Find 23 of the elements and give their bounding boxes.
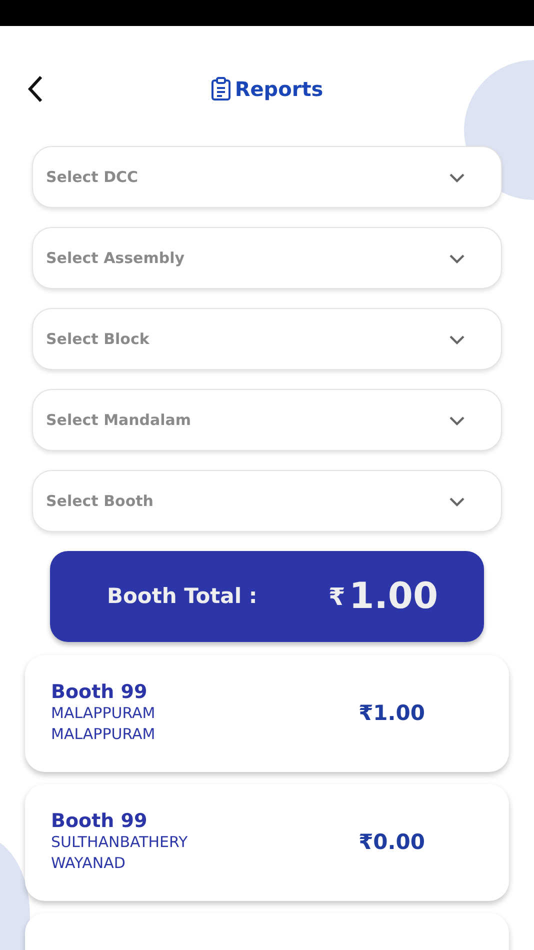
select-dropdown[interactable]: Select DCC: [32, 146, 502, 208]
chevron-down-icon: [449, 254, 465, 264]
booth-location: WAYANAD: [51, 853, 126, 874]
booth-location: MALAPPURAM: [51, 724, 156, 746]
chevron-down-icon: [449, 497, 465, 507]
booth-name: Booth 99: [51, 810, 148, 832]
total-label: Booth Total :: [107, 582, 258, 610]
total-amount: 1.00: [349, 574, 438, 618]
chevron-down-icon: [449, 416, 465, 426]
booth-location: MALAPPURAM: [51, 703, 156, 724]
chevron-down-icon: [449, 335, 465, 345]
select-dropdown[interactable]: Select Booth: [32, 470, 502, 532]
select-dropdown[interactable]: Select Assembly: [32, 227, 502, 289]
select-dropdown[interactable]: Select Block: [32, 308, 502, 370]
chevron-down-icon: [449, 173, 465, 183]
booth-location: SULTHANBATHERY: [51, 832, 188, 854]
page-title: Reports: [234, 76, 324, 103]
currency-symbol: ₹: [328, 582, 346, 612]
clipboard-icon: [210, 77, 231, 101]
booth-amount: ₹0.00: [358, 828, 425, 856]
booth-name: Booth 99: [51, 682, 148, 704]
booth-amount: ₹1.00: [358, 700, 425, 727]
select-dropdown[interactable]: Select Mandalam: [32, 389, 502, 451]
